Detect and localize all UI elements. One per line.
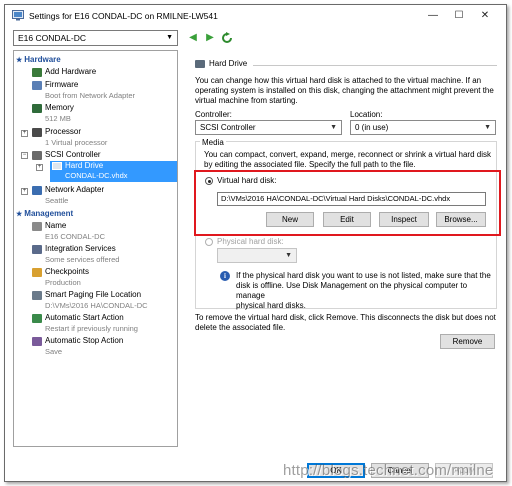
- chevron-down-icon: ▼: [166, 34, 173, 41]
- sidebar-item-memory[interactable]: Memory 512 MB: [32, 103, 172, 125]
- expand-hard-drive-icon[interactable]: +: [36, 164, 43, 171]
- section-header: Hard Drive: [195, 59, 497, 71]
- maximize-icon[interactable]: ☐: [447, 8, 471, 24]
- smart-paging-icon: [32, 291, 42, 300]
- physical-hard-disk-radio[interactable]: [205, 238, 213, 246]
- sidebar-item-auto-start[interactable]: Automatic Start Action Restart if previo…: [32, 313, 177, 335]
- window-title: Settings for E16 CONDAL-DC on RMILNE-LW5…: [29, 11, 218, 21]
- vm-selector[interactable]: E16 CONDAL-DC ▼: [13, 30, 178, 46]
- chevron-down-icon: ▼: [330, 124, 337, 131]
- add-hardware-icon: [32, 68, 42, 77]
- sidebar-item-scsi-controller[interactable]: SCSI Controller: [32, 150, 172, 161]
- sidebar-item-processor[interactable]: Processor 1 Virtual processor: [32, 127, 172, 149]
- hard-drive-settings-panel: Hard Drive You can change how this virtu…: [185, 50, 501, 447]
- network-adapter-icon: [32, 186, 42, 195]
- title-bar: Settings for E16 CONDAL-DC on RMILNE-LW5…: [5, 5, 506, 27]
- name-icon: [32, 222, 42, 231]
- sidebar-item-smart-paging[interactable]: Smart Paging File Location D:\VMs\2016 H…: [32, 290, 177, 312]
- inspect-button[interactable]: Inspect: [379, 212, 429, 227]
- location-select[interactable]: 0 (in use) ▼: [350, 120, 496, 135]
- integration-services-icon: [32, 245, 42, 254]
- section-star-icon: ★: [16, 57, 23, 64]
- hard-drive-icon: [52, 162, 62, 170]
- collapse-scsi-icon[interactable]: −: [21, 152, 28, 159]
- info-icon: i: [220, 271, 230, 281]
- settings-app-icon: [12, 10, 24, 21]
- intro-text: You can change how this virtual hard dis…: [195, 76, 494, 105]
- page-title: Hard Drive: [209, 59, 248, 68]
- forward-arrow-icon[interactable]: ▶: [204, 31, 216, 45]
- media-description: You can compact, convert, expand, merge,…: [204, 150, 491, 169]
- scsi-controller-icon: [32, 151, 42, 160]
- toolbar: E16 CONDAL-DC ▼ ◀ ▶: [5, 27, 506, 49]
- settings-window: Settings for E16 CONDAL-DC on RMILNE-LW5…: [4, 4, 507, 482]
- refresh-icon[interactable]: [221, 32, 233, 44]
- location-label: Location:: [350, 110, 383, 119]
- processor-icon: [32, 128, 42, 137]
- hard-drive-icon: [195, 60, 205, 68]
- virtual-hard-disk-radio[interactable]: [205, 177, 213, 185]
- sidebar-item-integration-services[interactable]: Integration Services Some services offer…: [32, 244, 172, 266]
- section-star-icon: ★: [16, 211, 23, 218]
- hardware-section-header: ★ Hardware: [16, 55, 61, 64]
- expand-processor-icon[interactable]: +: [21, 130, 28, 137]
- firmware-icon: [32, 81, 42, 90]
- chevron-down-icon: ▼: [484, 124, 491, 131]
- remove-button[interactable]: Remove: [440, 334, 495, 349]
- controller-select[interactable]: SCSI Controller ▼: [195, 120, 342, 135]
- expand-network-icon[interactable]: +: [21, 188, 28, 195]
- new-button[interactable]: New: [266, 212, 314, 227]
- browse-button[interactable]: Browse...: [436, 212, 486, 227]
- minimize-icon[interactable]: —: [421, 8, 445, 24]
- sidebar-item-network-adapter[interactable]: Network Adapter Seattle: [32, 185, 172, 207]
- checkpoints-icon: [32, 268, 42, 277]
- chevron-down-icon: ▼: [285, 252, 292, 259]
- watermark-text: http://blogs.technet.com/rmilne: [283, 462, 494, 479]
- memory-icon: [32, 104, 42, 113]
- sidebar-item-firmware[interactable]: Firmware Boot from Network Adapter: [32, 80, 172, 102]
- sidebar-item-auto-stop[interactable]: Automatic Stop Action Save: [32, 336, 177, 358]
- controller-label: Controller:: [195, 110, 232, 119]
- vm-selector-value: E16 CONDAL-DC: [18, 33, 87, 43]
- auto-stop-icon: [32, 337, 42, 346]
- vhd-path-input[interactable]: D:\VMs\2016 HA\CONDAL-DC\Virtual Hard Di…: [217, 192, 486, 206]
- management-section-header: ★ Management: [16, 209, 74, 218]
- sidebar-item-checkpoints[interactable]: Checkpoints Production: [32, 267, 172, 289]
- auto-start-icon: [32, 314, 42, 323]
- physical-disk-info: If the physical hard disk you want to us…: [236, 271, 491, 310]
- sidebar-item-hard-drive[interactable]: Hard Drive CONDAL-DC.vhdx: [50, 161, 177, 182]
- remove-description: To remove the virtual hard disk, click R…: [195, 313, 496, 332]
- close-icon[interactable]: ✕: [473, 8, 497, 24]
- back-arrow-icon[interactable]: ◀: [187, 31, 199, 45]
- edit-button[interactable]: Edit: [323, 212, 371, 227]
- physical-disk-select[interactable]: ▼: [217, 248, 297, 263]
- virtual-hard-disk-label: Virtual hard disk:: [217, 176, 277, 185]
- sidebar-item-name[interactable]: Name E16 CONDAL-DC: [32, 221, 172, 243]
- header-divider: [253, 65, 497, 66]
- media-group-label: Media: [200, 138, 226, 147]
- settings-tree: ★ Hardware Add Hardware Firmware Boot fro…: [13, 50, 178, 447]
- physical-hard-disk-label: Physical hard disk:: [217, 237, 284, 246]
- screenshot-background: Settings for E16 CONDAL-DC on RMILNE-LW5…: [0, 0, 512, 486]
